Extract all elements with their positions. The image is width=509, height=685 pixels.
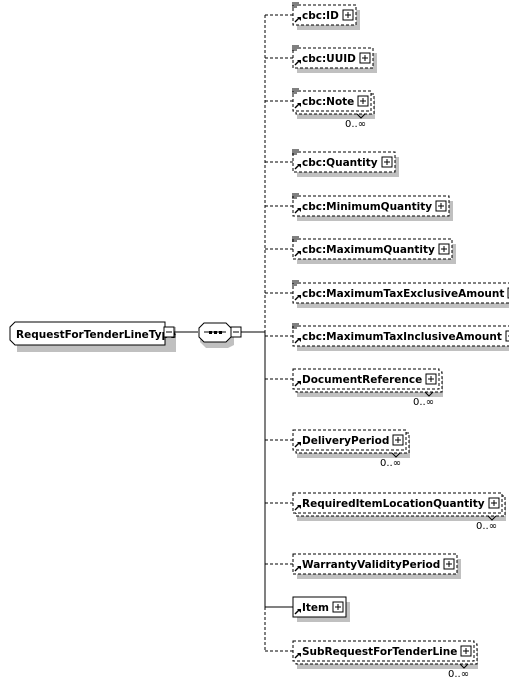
element-label: cbc:Quantity (302, 157, 378, 169)
element-node-document-reference[interactable]: DocumentReference 0..∞ (265, 368, 443, 408)
occurrence-label: 0..∞ (448, 669, 469, 680)
expand-button[interactable] (342, 9, 354, 21)
expand-button[interactable] (488, 497, 500, 509)
sequence-compositor[interactable] (198, 322, 242, 348)
expand-button[interactable] (392, 434, 404, 446)
root-collapse-button[interactable] (163, 326, 175, 338)
element-node-cbc-maximum-tax-inclusive-amount[interactable]: cbc:MaximumTaxInclusiveAmount (265, 323, 509, 351)
element-node-cbc-maximum-quantity[interactable]: cbc:MaximumQuantity (265, 236, 456, 264)
element-node-delivery-period[interactable]: DeliveryPeriod 0..∞ (265, 429, 410, 469)
element-node-cbc-uuid[interactable]: cbc:UUID (265, 45, 377, 73)
element-label: cbc:MaximumTaxExclusiveAmount (302, 288, 504, 300)
element-label: cbc:MaximumQuantity (302, 244, 435, 256)
sequence-collapse-button[interactable] (230, 326, 242, 338)
element-node-cbc-note[interactable]: cbc:Note 0..∞ (265, 88, 375, 130)
element-node-item[interactable]: Item (265, 596, 350, 622)
element-label: cbc:MinimumQuantity (302, 201, 432, 213)
element-label: DeliveryPeriod (302, 435, 389, 447)
occurrence-label: 0..∞ (345, 119, 366, 130)
child-elements: cbc:ID cbc:UUID cbc:Note 0..∞ cbc:Quantity cb… (265, 2, 509, 680)
element-node-cbc-minimum-quantity[interactable]: cbc:MinimumQuantity (265, 193, 453, 221)
element-label: cbc:UUID (302, 53, 356, 65)
element-label: SubRequestForTenderLine (302, 646, 457, 658)
element-label: DocumentReference (302, 374, 422, 386)
element-node-warranty-validity-period[interactable]: WarrantyValidityPeriod (265, 553, 461, 579)
expand-button[interactable] (425, 373, 437, 385)
expand-button[interactable] (435, 200, 447, 212)
expand-button[interactable] (357, 95, 369, 107)
expand-button[interactable] (332, 601, 344, 613)
element-label: cbc:Note (302, 96, 354, 108)
element-node-cbc-maximum-tax-exclusive-amount[interactable]: cbc:MaximumTaxExclusiveAmount (265, 280, 509, 308)
root-type-node[interactable]: RequestForTenderLineType (9, 321, 176, 352)
occurrence-label: 0..∞ (413, 397, 434, 408)
occurrence-label: 0..∞ (380, 458, 401, 469)
element-label: cbc:ID (302, 10, 339, 22)
expand-button[interactable] (443, 558, 455, 570)
expand-button[interactable] (460, 645, 472, 657)
occurrence-label: 0..∞ (476, 521, 497, 532)
element-label: cbc:MaximumTaxInclusiveAmount (302, 331, 502, 343)
element-label: Item (302, 602, 329, 614)
root-type-label: RequestForTenderLineType (16, 329, 176, 341)
expand-button[interactable] (381, 156, 393, 168)
element-label: RequiredItemLocationQuantity (302, 498, 485, 510)
element-node-required-item-location-quantity[interactable]: RequiredItemLocationQuantity 0..∞ (265, 492, 506, 532)
schema-diagram: RequestForTenderLineType cbc:IDcbc:UUIDc… (9, 2, 509, 680)
element-node-cbc-quantity[interactable]: cbc:Quantity (265, 149, 399, 177)
element-node-sub-request-for-tender-line[interactable]: SubRequestForTenderLine 0..∞ (265, 640, 478, 680)
element-label: WarrantyValidityPeriod (302, 559, 440, 571)
expand-button[interactable] (438, 243, 450, 255)
expand-button[interactable] (359, 52, 371, 64)
element-node-cbc-id[interactable]: cbc:ID (265, 2, 360, 30)
